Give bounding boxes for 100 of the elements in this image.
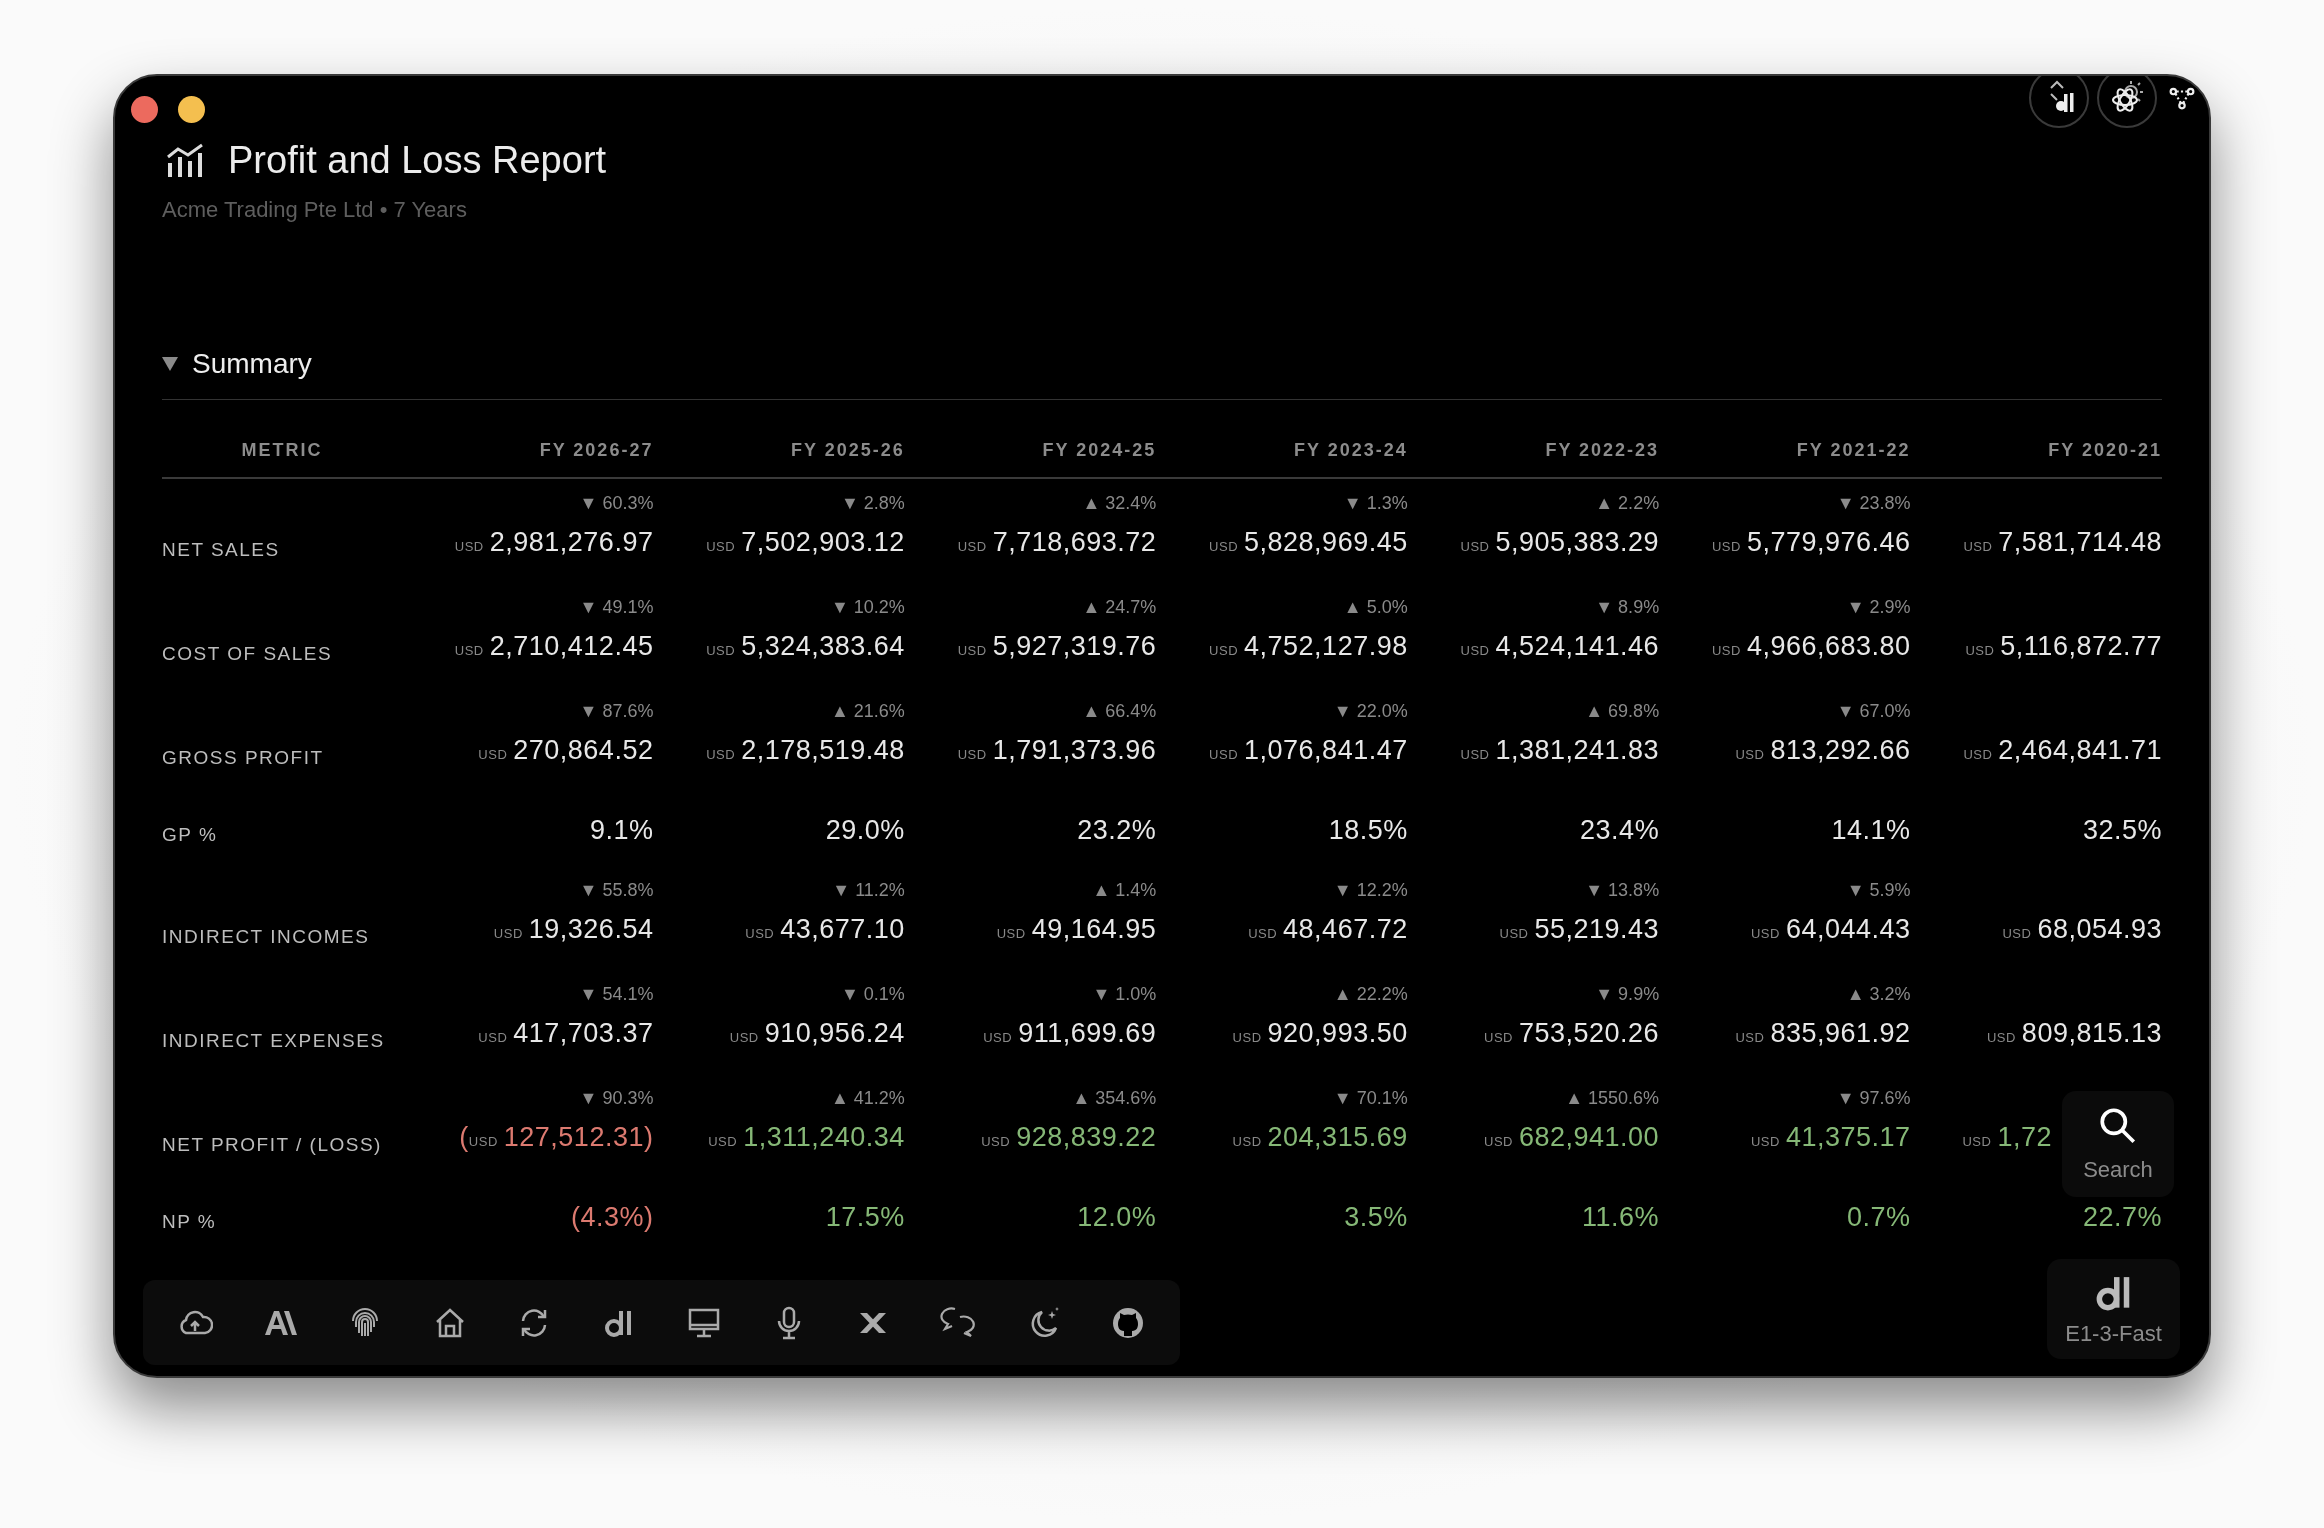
change-indicator: ▲ 69.8% <box>1585 700 1660 723</box>
metric-label: GROSS PROFIT <box>162 747 325 770</box>
amount-value: USD 7,718,693.72 <box>957 526 1157 559</box>
change-indicator: ▼ 1.3% <box>1343 492 1408 515</box>
logo-button[interactable] <box>2029 76 2089 128</box>
change-indicator: ▼ 9.9% <box>1595 983 1660 1006</box>
metric-label: INDIRECT INCOMES <box>162 926 371 949</box>
amount-value: USD 48,467.72 <box>1248 913 1408 946</box>
amount-value: (4.3%) <box>570 1201 654 1234</box>
amount-value: USD 1,311,240.34 <box>708 1121 905 1154</box>
amount-value: USD 55,219.43 <box>1499 913 1660 946</box>
change-indicator: ▲ 24.7% <box>1082 596 1157 619</box>
search-button[interactable]: Search <box>2062 1091 2174 1197</box>
summary-toggle[interactable]: Summary <box>162 340 2162 400</box>
amount-value: 23.4% <box>1580 814 1660 847</box>
amount-value: 14.1% <box>1831 814 1911 847</box>
amount-value: 18.5% <box>1328 814 1408 847</box>
amount-value: 22.7% <box>2082 1201 2162 1234</box>
change-indicator: ▲ 1550.6% <box>1565 1087 1660 1110</box>
change-indicator: ▼ 87.6% <box>579 700 654 723</box>
amount-value: (USD 127,512.31) <box>459 1121 654 1154</box>
network-icon[interactable] <box>2169 85 2195 111</box>
minimize-button[interactable] <box>178 95 205 123</box>
metric-label: NET SALES <box>162 539 281 562</box>
amount-value: USD 4,752,127.98 <box>1209 630 1408 663</box>
change-indicator: ▼ 10.2% <box>831 596 905 619</box>
model-button[interactable]: E1-3-Fast <box>2047 1259 2180 1359</box>
amount-value: USD 7,502,903.12 <box>706 526 905 559</box>
amount-value: USD 2,178,519.48 <box>706 734 905 767</box>
column-header: METRIC <box>240 439 324 462</box>
metric-label: NET PROFIT / (LOSS) <box>162 1134 383 1157</box>
amount-value: USD 204,315.69 <box>1232 1121 1408 1154</box>
report-title: Profit and Loss Report <box>228 138 607 182</box>
amount-value: USD 835,961.92 <box>1735 1017 1911 1050</box>
change-indicator: ▼ 8.9% <box>1595 596 1660 619</box>
change-indicator: ▲ 22.2% <box>1333 983 1408 1006</box>
amount-value: USD 4,966,683.80 <box>1711 630 1911 663</box>
amount-value: USD 682,941.00 <box>1484 1121 1660 1154</box>
amount-value: USD 417,703.37 <box>478 1017 654 1050</box>
change-indicator: ▲ 2.2% <box>1595 492 1660 515</box>
amount-value: USD 270,864.52 <box>478 734 654 767</box>
change-indicator: ▼ 2.8% <box>841 492 905 515</box>
amount-value: USD 1,076,841.47 <box>1209 734 1408 767</box>
change-indicator: ▲ 1.4% <box>1092 879 1157 902</box>
change-indicator: ▼ 23.8% <box>1836 492 1911 515</box>
amount-value: USD 928,839.22 <box>981 1121 1157 1154</box>
amount-value: USD 2,981,276.97 <box>454 526 654 559</box>
amount-value: 0.7% <box>1847 1201 1911 1234</box>
amount-value: 32.5% <box>2082 814 2162 847</box>
column-header: FY 2023-24 <box>1292 439 1408 462</box>
amount-value: USD 813,292.66 <box>1735 734 1911 767</box>
metric-label: GP % <box>162 824 219 847</box>
change-indicator: ▼ 22.0% <box>1333 700 1408 723</box>
amount-value: 17.5% <box>825 1201 905 1234</box>
change-indicator: ▲ 66.4% <box>1082 700 1157 723</box>
amount-value: 11.6% <box>1582 1201 1660 1234</box>
amount-value: USD 1,381,241.83 <box>1460 734 1660 767</box>
amount-value: USD 68,054.93 <box>2002 913 2162 946</box>
change-indicator: ▼ 0.1% <box>841 983 905 1006</box>
change-indicator: ▼ 5.9% <box>1846 879 1911 902</box>
report-subtitle: Acme Trading Pte Ltd • 7 Years <box>162 196 468 224</box>
change-indicator: ▼ 54.1% <box>579 983 654 1006</box>
change-indicator: ▼ 1.0% <box>1092 983 1157 1006</box>
amount-value: USD 7,581,714.48 <box>1963 526 2162 559</box>
amount-value: USD 5,905,383.29 <box>1460 526 1660 559</box>
amount-value: USD 809,815.13 <box>1986 1017 2162 1050</box>
amount-value: USD 920,993.50 <box>1232 1017 1408 1050</box>
amount-value: USD 5,779,976.46 <box>1711 526 1911 559</box>
amount-value: USD 5,116,872.77 <box>1965 630 2162 663</box>
metric-label: NP % <box>162 1211 218 1234</box>
metric-label: COST OF SALES <box>162 643 334 666</box>
amount-value: USD 41,375.17 <box>1751 1121 1911 1154</box>
amount-value: USD 2,710,412.45 <box>454 630 654 663</box>
change-indicator: ▲ 41.2% <box>831 1087 905 1110</box>
amount-value: USD 911,699.69 <box>983 1017 1157 1050</box>
close-button[interactable] <box>131 95 158 123</box>
change-indicator: ▼ 90.3% <box>579 1087 654 1110</box>
change-indicator: ▼ 12.2% <box>1333 879 1408 902</box>
metric-label: INDIRECT EXPENSES <box>162 1030 386 1053</box>
column-header: FY 2021-22 <box>1795 439 1911 462</box>
amount-value: USD 910,956.24 <box>729 1017 905 1050</box>
change-indicator: ▼ 60.3% <box>579 492 654 515</box>
column-header: FY 2026-27 <box>538 439 654 462</box>
change-indicator: ▼ 11.2% <box>832 879 905 902</box>
change-indicator: ▼ 67.0% <box>1836 700 1911 723</box>
change-indicator: ▲ 5.0% <box>1343 596 1408 619</box>
amount-value: USD 2,464,841.71 <box>1963 734 2162 767</box>
amount-value: 29.0% <box>825 814 905 847</box>
amount-value: USD 4,524,141.46 <box>1460 630 1660 663</box>
amount-value: 23.2% <box>1077 814 1157 847</box>
amount-value: USD 5,927,319.76 <box>957 630 1157 663</box>
change-indicator: ▼ 49.1% <box>579 596 654 619</box>
change-indicator: ▼ 2.9% <box>1846 596 1911 619</box>
amount-value: 12.0% <box>1077 1201 1157 1234</box>
amount-value: USD 1,72 <box>1962 1121 2052 1154</box>
change-indicator: ▲ 3.2% <box>1846 983 1911 1006</box>
amount-value: USD 49,164.95 <box>996 913 1157 946</box>
amount-value: USD 19,326.54 <box>493 913 654 946</box>
amount-value: USD 753,520.26 <box>1484 1017 1660 1050</box>
atom-button[interactable] <box>2097 76 2157 128</box>
